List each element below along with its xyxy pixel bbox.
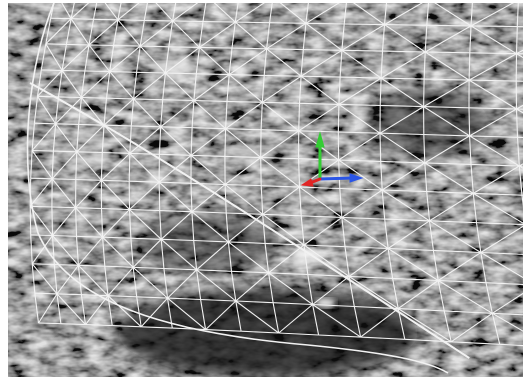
mesh-edge xyxy=(88,44,114,47)
mesh-edge xyxy=(224,128,227,157)
mesh-edge xyxy=(384,24,427,26)
3d-viewport[interactable] xyxy=(8,3,523,377)
mesh-edge xyxy=(468,107,471,136)
mesh-edge xyxy=(34,122,56,125)
mesh-edge xyxy=(81,96,107,99)
mesh-edge xyxy=(30,234,53,237)
mesh-edge xyxy=(231,47,267,50)
mesh-edge xyxy=(103,124,132,127)
mesh-edge xyxy=(140,45,169,48)
mesh-edge xyxy=(30,177,53,180)
mesh-edge xyxy=(468,52,471,81)
mesh-edge xyxy=(344,23,385,26)
mesh-edge xyxy=(260,157,262,186)
mesh-edge xyxy=(172,20,204,23)
mesh-edge xyxy=(199,46,233,49)
mesh-edge xyxy=(53,150,77,153)
mesh-edge xyxy=(45,43,67,45)
mesh-edge xyxy=(144,19,173,22)
mesh-edge xyxy=(29,206,32,235)
mesh-edge xyxy=(51,206,54,236)
mesh-edge xyxy=(337,104,340,133)
mesh-edge xyxy=(106,97,134,100)
mesh-edge xyxy=(269,22,306,24)
mesh-edge xyxy=(62,69,85,72)
mesh-edge xyxy=(55,123,79,125)
mesh-edge xyxy=(76,151,103,154)
mesh-edge xyxy=(84,70,110,73)
mesh-edge xyxy=(71,18,94,20)
mesh-edge xyxy=(136,71,166,74)
mesh-edge xyxy=(128,153,131,182)
mesh-edge xyxy=(38,322,61,325)
mesh-edge xyxy=(168,46,200,48)
mesh-edge xyxy=(113,44,141,47)
mesh-edge xyxy=(303,49,342,51)
mesh-edge xyxy=(470,25,518,28)
mesh-edge xyxy=(52,178,76,181)
mesh-edge xyxy=(41,69,63,71)
mesh-edge xyxy=(32,149,54,152)
mesh-edge xyxy=(109,71,137,73)
mesh-edge xyxy=(34,292,58,295)
mesh-edge xyxy=(305,22,345,25)
viewport-scene xyxy=(8,3,523,377)
mesh-edge xyxy=(50,17,72,20)
mesh-edge xyxy=(423,79,425,107)
mesh-edge xyxy=(158,182,161,211)
mesh-edge xyxy=(426,24,472,27)
mesh-edge xyxy=(235,21,270,24)
mesh-edge xyxy=(379,133,382,162)
mesh-edge xyxy=(66,43,90,46)
mesh-edge xyxy=(51,206,76,209)
mesh-edge xyxy=(30,205,52,208)
x-axis-arrow[interactable] xyxy=(318,176,355,181)
mesh-edge xyxy=(93,18,118,21)
mesh-edge xyxy=(202,20,236,23)
mesh-edge xyxy=(58,96,82,99)
mesh-edge xyxy=(32,263,55,266)
mesh-edge xyxy=(117,19,145,21)
